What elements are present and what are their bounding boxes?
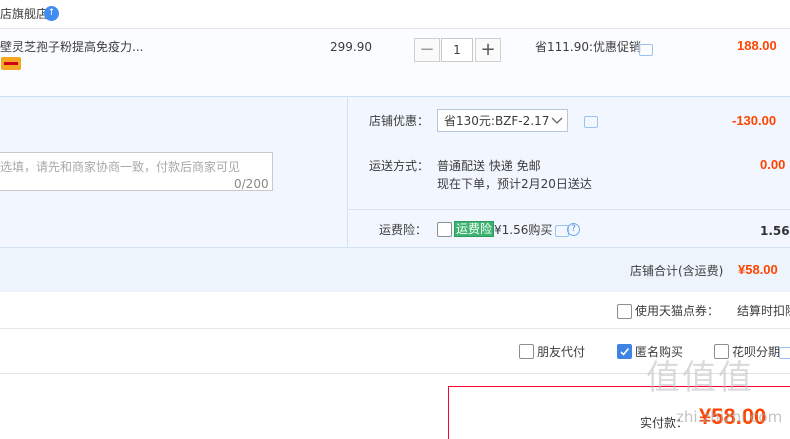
shop-header: 店旗舰店 ↑ xyxy=(0,0,790,28)
friend-pay-checkbox[interactable] xyxy=(519,344,534,359)
help-icon[interactable]: ? xyxy=(567,223,580,236)
card-pay-icon xyxy=(1,57,21,70)
unit-price: 299.90 xyxy=(330,40,372,54)
quantity-increase-button[interactable]: + xyxy=(475,38,501,62)
shipping-amount: 0.00 xyxy=(760,157,786,172)
chat-icon[interactable] xyxy=(639,44,653,56)
insurance-tag: 运费险 xyxy=(454,221,495,237)
shop-total-amount: ¥58.00 xyxy=(738,262,778,277)
tmall-points-row: 使用天猫点券： 结算时扣除 xyxy=(0,292,790,329)
watermark-url: zhi.zhizhi.com xyxy=(676,408,783,426)
huabei-chat-icon[interactable] xyxy=(779,347,790,359)
anonymous-checkbox[interactable] xyxy=(617,344,632,359)
shop-total-row: 店铺合计(含运费) ¥58.00 xyxy=(0,247,790,293)
tmall-points-checkbox[interactable] xyxy=(617,304,632,319)
watermark-logo: 值值值 xyxy=(646,358,754,398)
huabei-label: 花呗分期 xyxy=(732,345,781,359)
message-counter: 0/200 xyxy=(234,177,269,191)
shop-badge-icon[interactable]: ↑ xyxy=(44,6,59,21)
message-placeholder: 选填，请先和商家协商一致，付款后商家可见 xyxy=(0,160,241,174)
quantity-input[interactable]: 1 xyxy=(441,38,473,62)
check-icon xyxy=(620,347,630,356)
order-item-row: 壁灵芝孢子粉提高免疫力... 299.90 − 1 + 省111.90:优惠促销… xyxy=(0,28,790,97)
quantity-decrease-button[interactable]: − xyxy=(414,38,440,62)
shop-coupon-select[interactable]: 省130元:BZF-2.17 xyxy=(437,109,568,132)
shop-name[interactable]: 店旗舰店 xyxy=(0,7,48,21)
shop-coupon-label: 店铺优惠： xyxy=(369,114,430,128)
insurance-checkbox[interactable] xyxy=(437,222,452,237)
huabei-checkbox[interactable] xyxy=(714,344,729,359)
tmall-points-label: 使用天猫点券： xyxy=(635,304,720,318)
insurance-price: ¥1.56购买 xyxy=(494,223,553,237)
item-title[interactable]: 壁灵芝孢子粉提高免疫力... xyxy=(0,40,143,54)
friend-pay-label: 朋友代付 xyxy=(537,345,586,359)
insurance-amount: 1.56 xyxy=(760,224,790,238)
divider xyxy=(347,209,790,210)
shop-coupon-selected: 省130元:BZF-2.17 xyxy=(444,114,550,128)
anonymous-label: 匿名购买 xyxy=(635,345,684,359)
shipping-note: 现在下单，预计2月20日送达 xyxy=(437,177,592,191)
tmall-points-note: 结算时扣除 xyxy=(737,304,790,318)
shipping-label: 运送方式： xyxy=(369,159,430,173)
chevron-down-icon xyxy=(551,117,563,124)
insurance-label: 运费险： xyxy=(379,223,428,237)
coupon-chat-icon[interactable] xyxy=(584,116,598,128)
shop-coupon-amount: -130.00 xyxy=(732,113,777,128)
shop-total-label: 店铺合计(含运费) xyxy=(630,264,724,278)
message-textarea[interactable]: 选填，请先和商家协商一致，付款后商家可见 0/200 xyxy=(0,152,273,191)
shipping-method: 普通配送 快递 免邮 xyxy=(437,159,541,173)
item-subtotal: 188.00 xyxy=(737,38,777,53)
promo-text: 省111.90:优惠促销 xyxy=(535,40,642,54)
